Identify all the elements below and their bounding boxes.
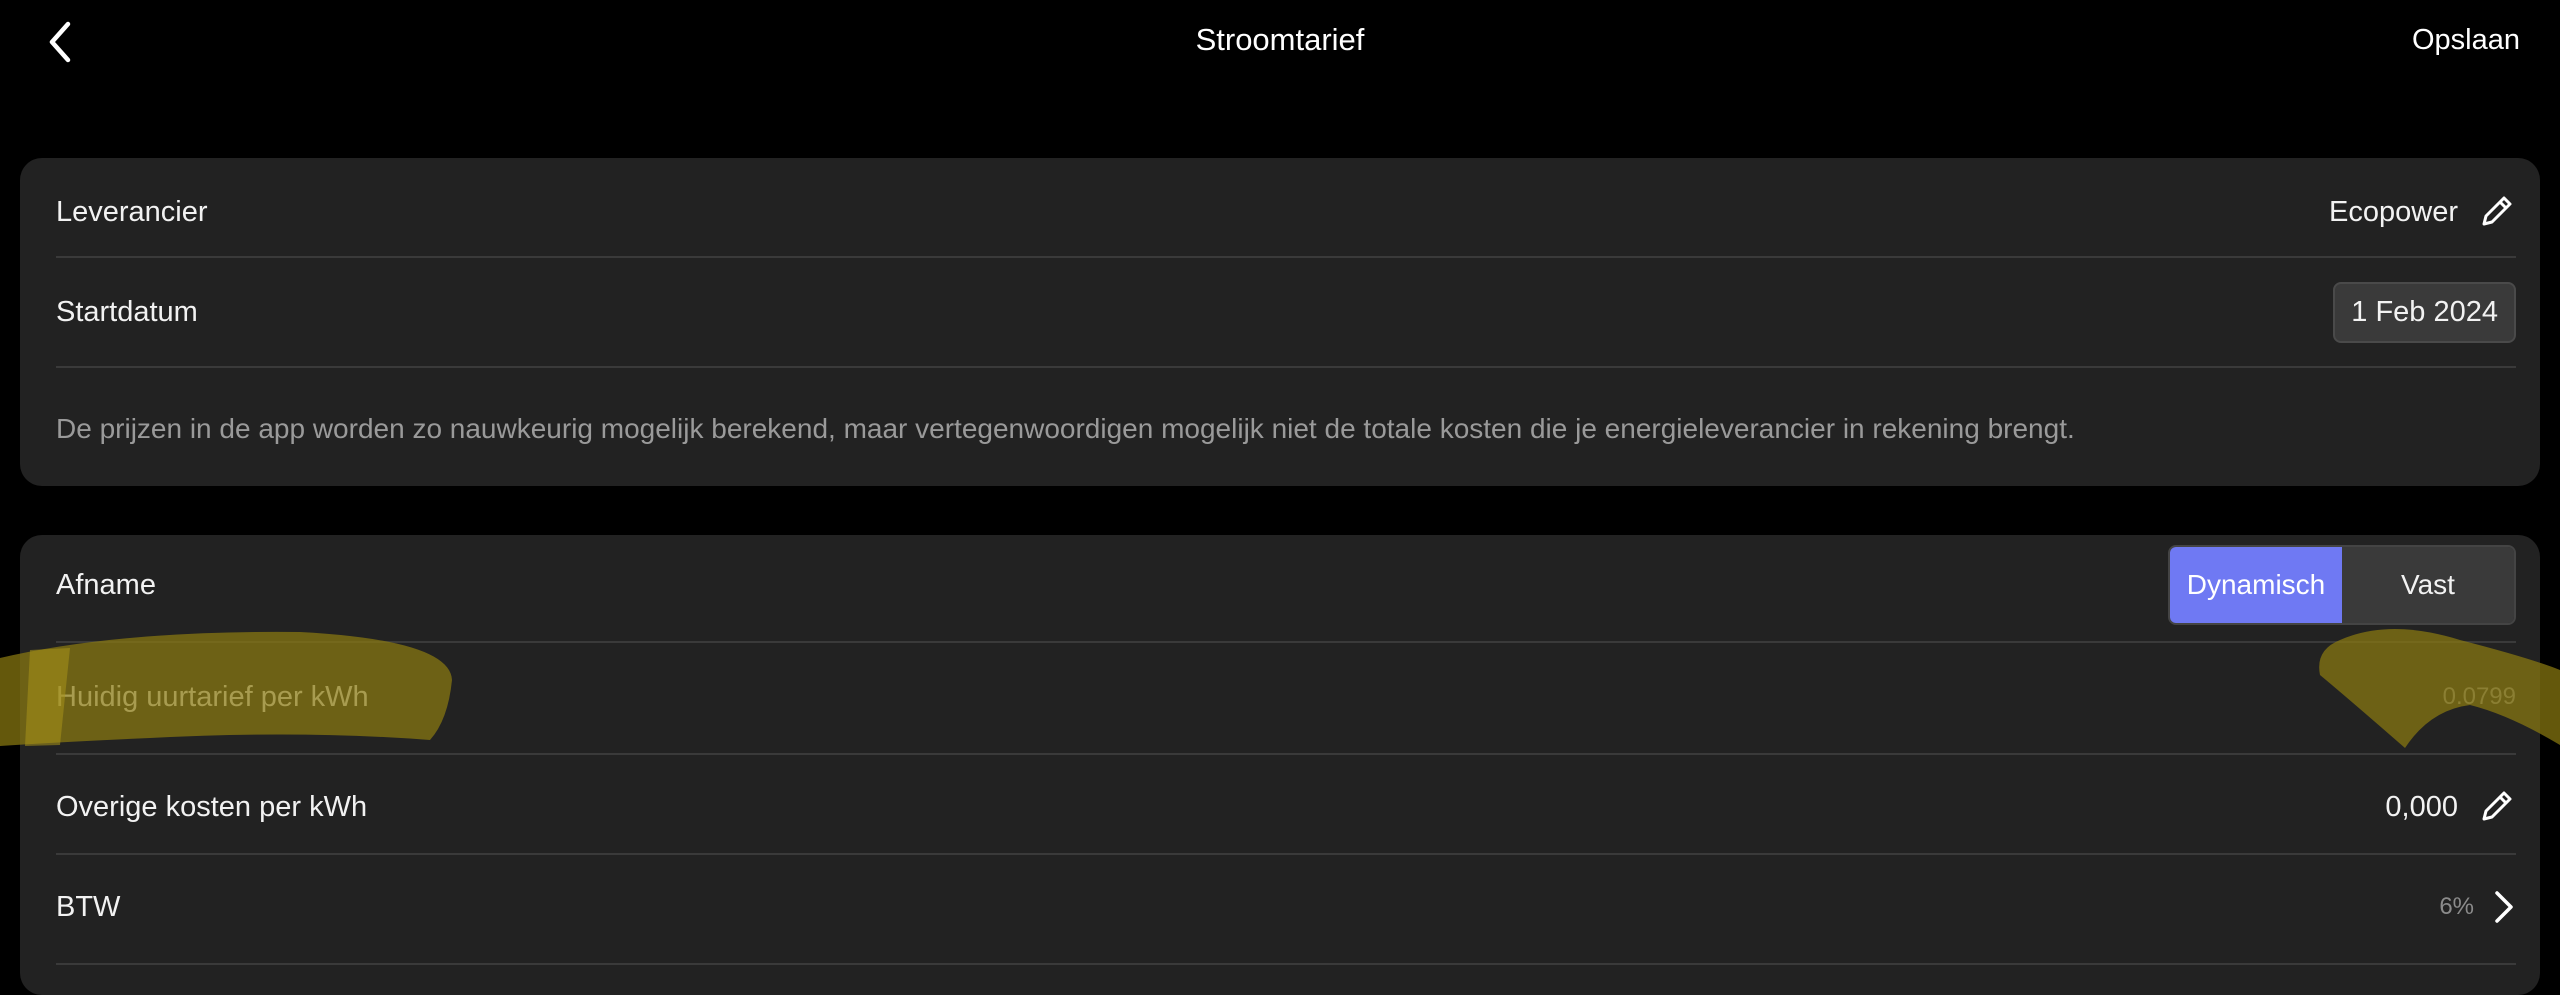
start-date-row: Startdatum 1 Feb 2024 bbox=[56, 270, 2516, 354]
consumption-row: Afname Dynamisch Vast bbox=[56, 545, 2516, 625]
top-bar: Stroomtarief Opslaan bbox=[0, 0, 2560, 90]
divider bbox=[56, 256, 2516, 258]
vat-row[interactable]: BTW 6% bbox=[56, 867, 2516, 947]
other-costs-row[interactable]: Overige kosten per kWh 0,000 bbox=[56, 767, 2516, 847]
consumption-label: Afname bbox=[56, 568, 156, 601]
tariff-card: Afname Dynamisch Vast Huidig uurtarief p… bbox=[20, 535, 2540, 995]
pencil-icon[interactable] bbox=[2476, 787, 2516, 827]
page-title: Stroomtarief bbox=[1195, 22, 1365, 57]
other-costs-label: Overige kosten per kWh bbox=[56, 790, 368, 823]
current-rate-label: Huidig uurtarief per kWh bbox=[56, 680, 369, 713]
supplier-value: Ecopower bbox=[2329, 195, 2458, 228]
tariff-type-toggle[interactable]: Dynamisch Vast bbox=[2168, 545, 2516, 625]
dynamic-option[interactable]: Dynamisch bbox=[2170, 547, 2342, 623]
divider bbox=[56, 641, 2516, 643]
divider bbox=[56, 753, 2516, 755]
divider bbox=[56, 366, 2516, 368]
supplier-value-group[interactable]: Ecopower bbox=[2329, 192, 2516, 232]
other-costs-value-group[interactable]: 0,000 bbox=[2385, 787, 2516, 827]
divider bbox=[56, 853, 2516, 855]
pencil-icon[interactable] bbox=[2476, 192, 2516, 232]
save-button[interactable]: Opslaan bbox=[2412, 24, 2520, 57]
start-date-label: Startdatum bbox=[56, 295, 198, 328]
chevron-right-icon[interactable] bbox=[2492, 888, 2516, 926]
vat-value-group[interactable]: 6% bbox=[2439, 888, 2516, 926]
disclaimer-text: De prijzen in de app worden zo nauwkeuri… bbox=[56, 413, 2075, 444]
supplier-card: Leverancier Ecopower Startdatum 1 Feb 20… bbox=[20, 158, 2540, 486]
current-rate-value: 0.0799 bbox=[2442, 683, 2516, 710]
vat-value: 6% bbox=[2439, 893, 2474, 920]
supplier-row[interactable]: Leverancier Ecopower bbox=[56, 172, 2516, 252]
fixed-option[interactable]: Vast bbox=[2342, 547, 2514, 623]
vat-label: BTW bbox=[56, 890, 121, 923]
other-costs-value: 0,000 bbox=[2385, 790, 2458, 823]
supplier-label: Leverancier bbox=[56, 195, 208, 228]
current-rate-row: Huidig uurtarief per kWh 0.0799 bbox=[56, 655, 2516, 739]
start-date-picker[interactable]: 1 Feb 2024 bbox=[2333, 281, 2516, 343]
divider bbox=[56, 963, 2516, 965]
